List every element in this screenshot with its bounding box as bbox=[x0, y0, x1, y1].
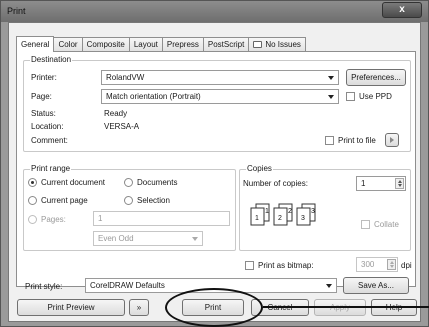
collate-icon: 1 1 2 2 3 3 bbox=[250, 203, 316, 226]
use-ppd-checkbox[interactable] bbox=[346, 92, 355, 101]
general-tab-panel: Destination Printer: RolandVW Preference… bbox=[16, 51, 416, 294]
collate-label: Collate bbox=[374, 220, 399, 229]
collate-label-1a: 1 bbox=[255, 215, 259, 222]
selection-radio[interactable] bbox=[124, 196, 133, 205]
tab-no-issues[interactable]: No Issues bbox=[248, 37, 306, 51]
current-page-label: Current page bbox=[41, 196, 88, 205]
print-as-bitmap-label: Print as bitmap: bbox=[258, 261, 314, 270]
pages-input[interactable]: 1 bbox=[93, 211, 230, 226]
printer-value: RolandVW bbox=[106, 73, 145, 82]
print-style-label: Print style: bbox=[25, 282, 63, 291]
location-label: Location: bbox=[31, 122, 64, 131]
tab-color[interactable]: Color bbox=[53, 37, 83, 51]
bitmap-dpi-value: 300 bbox=[361, 260, 375, 269]
destination-group: Destination Printer: RolandVW Preference… bbox=[23, 55, 411, 152]
documents-radio[interactable] bbox=[124, 178, 133, 187]
current-document-label: Current document bbox=[41, 178, 106, 187]
close-button[interactable]: x bbox=[382, 2, 422, 18]
status-label: Status: bbox=[31, 109, 56, 118]
chevron-down-icon bbox=[192, 237, 198, 241]
pages-radio[interactable] bbox=[28, 215, 37, 224]
print-to-file-label: Print to file bbox=[338, 136, 376, 145]
status-value: Ready bbox=[104, 109, 128, 118]
current-page-radio[interactable] bbox=[28, 196, 37, 205]
use-ppd-label: Use PPD bbox=[359, 92, 392, 101]
dpi-unit: dpi bbox=[401, 261, 412, 270]
dpi-spinner[interactable] bbox=[387, 259, 396, 270]
title-bar: Print x bbox=[1, 1, 428, 22]
printer-label: Printer: bbox=[31, 73, 57, 82]
even-odd-select[interactable]: Even Odd bbox=[93, 231, 203, 246]
arrow-right-icon bbox=[390, 136, 394, 143]
collate-label-2b: 2 bbox=[288, 208, 292, 215]
location-value: VERSA-A bbox=[104, 122, 140, 131]
tab-composite[interactable]: Composite bbox=[81, 37, 130, 51]
tab-postscript[interactable]: PostScript bbox=[202, 37, 250, 51]
preview-toggle-button[interactable]: » bbox=[129, 299, 149, 316]
chevron-down-icon bbox=[326, 284, 332, 288]
collate-checkbox[interactable] bbox=[361, 220, 370, 229]
copies-group: Copies Number of copies: 1 1 1 2 2 3 3 C… bbox=[239, 164, 411, 251]
tab-strip: General Color Composite Layout Prepress … bbox=[16, 36, 306, 52]
window-title: Print bbox=[7, 6, 26, 16]
dialog-body: General Color Composite Layout Prepress … bbox=[8, 22, 421, 322]
page-label: Page: bbox=[31, 92, 52, 101]
print-to-file-options-button[interactable] bbox=[385, 133, 399, 147]
printer-select[interactable]: RolandVW bbox=[101, 70, 339, 85]
tab-layout[interactable]: Layout bbox=[128, 37, 163, 51]
copies-spinner[interactable] bbox=[395, 178, 404, 189]
documents-label: Documents bbox=[137, 178, 178, 187]
preferences-button[interactable]: Preferences... bbox=[346, 69, 406, 86]
page-value: Match orientation (Portrait) bbox=[106, 92, 201, 101]
save-as-button[interactable]: Save As... bbox=[343, 277, 409, 294]
copies-title: Copies bbox=[246, 164, 273, 173]
print-range-group: Print range Current document Documents C… bbox=[23, 164, 236, 251]
collate-label-3a: 3 bbox=[301, 215, 305, 222]
print-style-value: CorelDRAW Defaults bbox=[90, 281, 165, 290]
print-style-select[interactable]: CorelDRAW Defaults bbox=[85, 278, 337, 293]
print-dialog-window: Print x General Color Composite Layout P… bbox=[0, 0, 429, 327]
collate-label-2a: 2 bbox=[278, 215, 282, 222]
collate-label-1b: 1 bbox=[265, 208, 269, 215]
pages-label: Pages: bbox=[41, 215, 66, 224]
collate-label-3b: 3 bbox=[311, 208, 315, 215]
destination-title: Destination bbox=[30, 55, 73, 64]
current-document-radio[interactable] bbox=[28, 178, 37, 187]
no-issues-icon bbox=[253, 41, 263, 48]
number-of-copies-value: 1 bbox=[361, 179, 366, 188]
tab-general[interactable]: General bbox=[16, 36, 55, 52]
print-preview-button[interactable]: Print Preview bbox=[17, 299, 125, 316]
number-of-copies-input[interactable]: 1 bbox=[356, 176, 406, 191]
double-chevron-right-icon: » bbox=[136, 303, 142, 312]
even-odd-value: Even Odd bbox=[98, 234, 134, 243]
comment-label: Comment: bbox=[31, 136, 68, 145]
callout-pointer-line bbox=[263, 306, 429, 308]
chevron-down-icon bbox=[328, 76, 334, 80]
tab-prepress[interactable]: Prepress bbox=[161, 37, 204, 51]
tab-no-issues-label: No Issues bbox=[265, 40, 301, 49]
page-select[interactable]: Match orientation (Portrait) bbox=[101, 89, 339, 104]
print-button[interactable]: Print bbox=[182, 299, 244, 316]
print-as-bitmap-checkbox[interactable] bbox=[245, 261, 254, 270]
selection-label: Selection bbox=[137, 196, 170, 205]
number-of-copies-label: Number of copies: bbox=[243, 179, 308, 188]
print-range-title: Print range bbox=[30, 164, 72, 173]
bitmap-dpi-input[interactable]: 300 bbox=[356, 257, 398, 272]
chevron-down-icon bbox=[328, 95, 334, 99]
print-to-file-checkbox[interactable] bbox=[325, 136, 334, 145]
